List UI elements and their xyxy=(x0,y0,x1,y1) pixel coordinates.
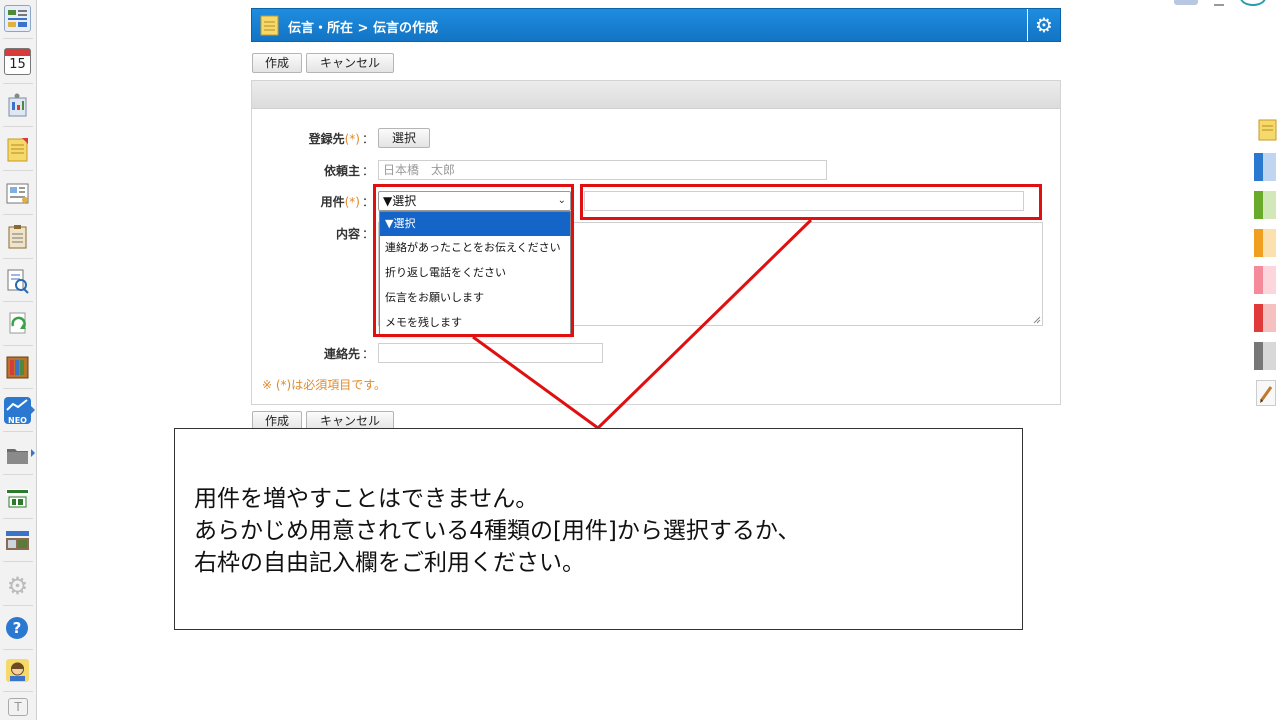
callout-note: 用件を増やすことはできません。 あらかじめ用意されている4種類の[用件]から選択… xyxy=(174,428,1023,630)
color-tab-red[interactable] xyxy=(1254,304,1276,332)
color-tab-gray[interactable] xyxy=(1254,342,1276,370)
callout-line: 右枠の自由記入欄をご利用ください。 xyxy=(194,550,585,576)
color-tab-pink[interactable] xyxy=(1254,266,1276,294)
color-tab-blue[interactable] xyxy=(1254,153,1276,181)
callout-line: 用件を増やすことはできません。 xyxy=(194,486,539,512)
main-content: 伝言・所在 > 伝言の作成 ⚙ 作成 キャンセル 登録先(*) ： 選択 依頼主… xyxy=(0,0,1280,720)
callout-line: あらかじめ用意されている4種類の[用件]から選択するか、 xyxy=(194,518,801,544)
color-tab-orange[interactable] xyxy=(1254,229,1276,257)
pencil-tab-icon[interactable] xyxy=(1256,380,1276,406)
memo-tab-icon[interactable] xyxy=(1256,118,1278,142)
color-tab-green[interactable] xyxy=(1254,191,1276,219)
